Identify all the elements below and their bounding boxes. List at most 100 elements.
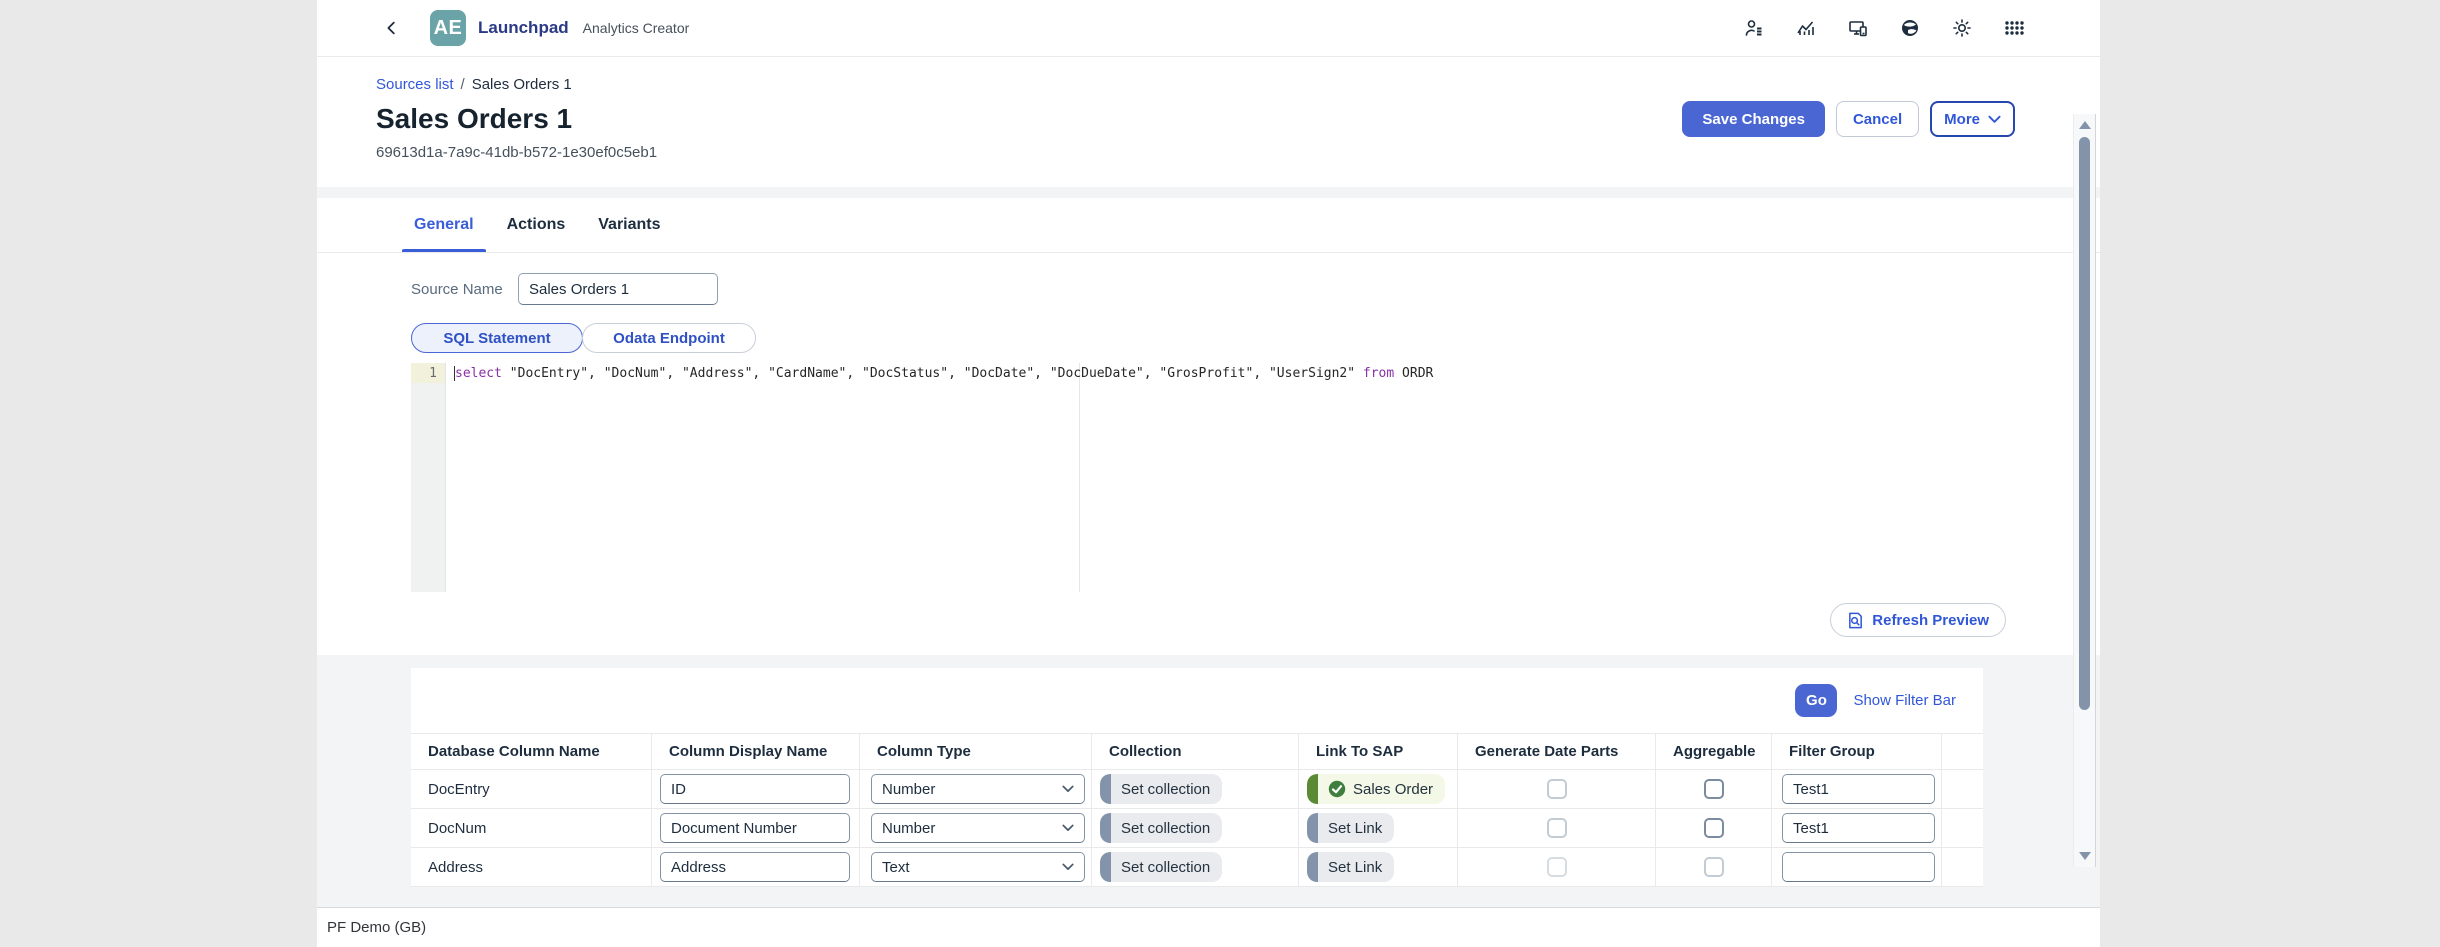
- filter-group-cell: [1772, 848, 1942, 886]
- refresh-preview-label: Refresh Preview: [1872, 612, 1989, 629]
- generate-date-parts-checkbox[interactable]: [1547, 779, 1567, 799]
- shell-topbar: AE Launchpad Analytics Creator: [317, 0, 2100, 57]
- set-collection-button[interactable]: Set collection: [1100, 774, 1222, 804]
- display-name-input[interactable]: [660, 774, 850, 804]
- back-icon[interactable]: [383, 18, 401, 38]
- refresh-preview-button[interactable]: Refresh Preview: [1830, 603, 2006, 637]
- save-changes-button[interactable]: Save Changes: [1682, 101, 1825, 137]
- vertical-scrollbar[interactable]: [2073, 114, 2096, 867]
- sql-code-line[interactable]: select "DocEntry", "DocNum", "Address", …: [454, 366, 1433, 381]
- globe-icon[interactable]: [1900, 18, 1920, 38]
- tab-strip: General Actions Variants: [317, 198, 2100, 253]
- column-header: Aggregable: [1656, 734, 1772, 769]
- filter-group-cell: [1772, 809, 1942, 847]
- sql-columns: "DocEntry", "DocNum", "Address", "CardNa…: [502, 366, 1363, 381]
- display-name-input[interactable]: [660, 813, 850, 843]
- breadcrumb-sources-link[interactable]: Sources list: [376, 76, 454, 94]
- table-row: DocEntry Number Set collection Sales Ord…: [411, 770, 1983, 809]
- more-button[interactable]: More: [1930, 101, 2015, 137]
- chevron-down-icon: [1062, 824, 1074, 832]
- tab-actions[interactable]: Actions: [495, 198, 578, 252]
- odata-endpoint-segment[interactable]: Odata Endpoint: [582, 323, 756, 353]
- aggregable-cell: [1656, 809, 1772, 847]
- cancel-button[interactable]: Cancel: [1836, 101, 1919, 137]
- column-header: Link To SAP: [1299, 734, 1458, 769]
- empty-cell: [1942, 809, 1983, 847]
- scrollbar-thumb[interactable]: [2079, 137, 2090, 710]
- display-name-input[interactable]: [660, 852, 850, 882]
- go-button[interactable]: Go: [1795, 684, 1837, 717]
- general-section: General Actions Variants Source Name SQL…: [317, 198, 2100, 655]
- collection-cell: Set collection: [1092, 848, 1299, 886]
- sql-statement-segment[interactable]: SQL Statement: [411, 323, 583, 353]
- generate-date-parts-checkbox[interactable]: [1547, 857, 1567, 877]
- table-header-row: Database Column NameColumn Display NameC…: [411, 733, 1983, 770]
- sql-editor[interactable]: 1 select "DocEntry", "DocNum", "Address"…: [411, 363, 1983, 592]
- set-link-label: Set Link: [1328, 820, 1382, 837]
- set-link-label: Set Link: [1328, 859, 1382, 876]
- app-logo[interactable]: AE: [430, 10, 466, 46]
- generate-date-parts-checkbox[interactable]: [1547, 818, 1567, 838]
- generate-date-parts-cell: [1458, 809, 1656, 847]
- set-link-button[interactable]: Set Link: [1307, 813, 1394, 843]
- column-type-cell: Number: [860, 770, 1092, 808]
- pill-cap: [1307, 852, 1318, 882]
- show-filter-bar-link[interactable]: Show Filter Bar: [1853, 692, 1956, 709]
- aggregable-checkbox[interactable]: [1704, 779, 1724, 799]
- aggregable-checkbox[interactable]: [1704, 857, 1724, 877]
- devices-icon[interactable]: [1848, 18, 1868, 38]
- table-row: DocNum Number Set collection Set Link: [411, 809, 1983, 848]
- column-type-select[interactable]: Number: [871, 813, 1085, 843]
- table-row: Address Text Set collection Set Link: [411, 848, 1983, 887]
- tab-variants[interactable]: Variants: [586, 198, 672, 252]
- pill-cap: [1100, 852, 1111, 882]
- scrollbar-up-icon[interactable]: [2079, 121, 2091, 129]
- column-type-select[interactable]: Number: [871, 774, 1085, 804]
- set-collection-button[interactable]: Set collection: [1100, 852, 1222, 882]
- source-name-input[interactable]: [518, 273, 718, 305]
- link-to-sap-cell: Set Link: [1299, 848, 1458, 886]
- tab-general[interactable]: General: [402, 198, 486, 252]
- filter-group-input[interactable]: [1782, 774, 1935, 804]
- scrollbar-down-icon[interactable]: [2079, 852, 2091, 860]
- pill-cap: [1100, 774, 1111, 804]
- set-collection-button[interactable]: Set collection: [1100, 813, 1222, 843]
- page-header: Sources list / Sales Orders 1 Sales Orde…: [317, 57, 2100, 187]
- page-uuid: 69613d1a-7a9c-41db-b572-1e30ef0c5eb1: [376, 144, 2015, 161]
- collection-cell: Set collection: [1092, 770, 1299, 808]
- analytics-icon[interactable]: [1796, 18, 1816, 38]
- footer-system-label: PF Demo (GB): [327, 919, 426, 936]
- column-header-empty: [1942, 734, 1983, 769]
- shell-actions: [1744, 18, 2100, 38]
- theme-icon[interactable]: [1952, 18, 1972, 38]
- db-column-name-cell: DocNum: [411, 809, 652, 847]
- display-name-cell: [652, 809, 860, 847]
- line-number: 1: [411, 363, 445, 383]
- breadcrumb-separator: /: [461, 76, 465, 94]
- footer-bar: PF Demo (GB): [317, 907, 2100, 947]
- app-subtitle: Analytics Creator: [583, 20, 690, 36]
- column-type-cell: Number: [860, 809, 1092, 847]
- app-window: AE Launchpad Analytics Creator: [317, 0, 2100, 947]
- pill-cap: [1307, 774, 1318, 804]
- empty-cell: [1942, 848, 1983, 886]
- table-toolbar: Go Show Filter Bar: [411, 668, 1983, 733]
- aggregable-cell: [1656, 848, 1772, 886]
- screen: AE Launchpad Analytics Creator: [0, 0, 2440, 947]
- aggregable-checkbox[interactable]: [1704, 818, 1724, 838]
- filter-group-cell: [1772, 770, 1942, 808]
- sap-link-badge[interactable]: Sales Order: [1307, 774, 1445, 804]
- column-type-value: Text: [882, 859, 910, 876]
- filter-group-input[interactable]: [1782, 852, 1935, 882]
- link-to-sap-cell: Set Link: [1299, 809, 1458, 847]
- preview-actions-row: Refresh Preview: [411, 603, 2006, 637]
- set-collection-label: Set collection: [1121, 859, 1210, 876]
- pill-cap: [1100, 813, 1111, 843]
- app-finder-icon[interactable]: [2004, 18, 2024, 38]
- set-link-button[interactable]: Set Link: [1307, 852, 1394, 882]
- filter-group-input[interactable]: [1782, 813, 1935, 843]
- column-type-select[interactable]: Text: [871, 852, 1085, 882]
- user-settings-icon[interactable]: [1744, 18, 1764, 38]
- collection-cell: Set collection: [1092, 809, 1299, 847]
- header-actions: Save Changes Cancel More: [1682, 101, 2015, 137]
